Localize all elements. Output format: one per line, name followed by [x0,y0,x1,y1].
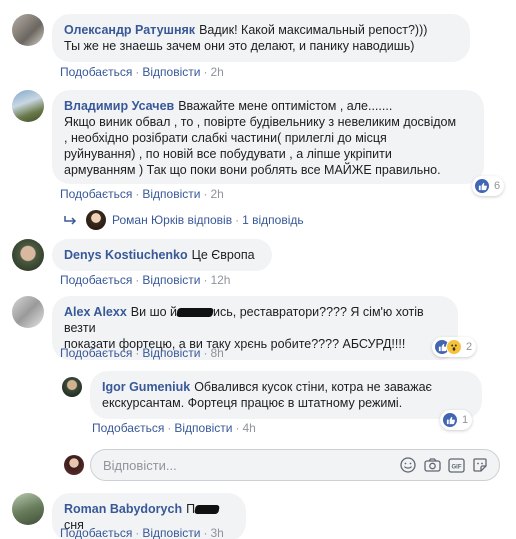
input-icons: GIF [399,456,499,474]
avatar[interactable] [12,493,44,525]
reply-link[interactable]: Відповісти [142,273,200,287]
like-link[interactable]: Подобається [60,526,132,539]
wow-reaction-icon [446,339,462,355]
censor-mark [194,505,220,515]
reaction-badge[interactable]: 2 [432,337,477,357]
like-reaction-icon [474,178,490,194]
censor-mark [176,308,214,318]
replies-count[interactable]: 1 відповідь [242,213,304,227]
reaction-count: 1 [462,414,469,426]
avatar[interactable] [12,296,44,328]
like-link[interactable]: Подобається [60,273,132,287]
gif-icon[interactable]: GIF [447,456,465,474]
comment-author[interactable]: Владимир Усачев [64,99,174,113]
like-reaction-icon [442,412,458,428]
comment-actions: Подобається · Відповісти · 3h [60,526,224,539]
timestamp[interactable]: 2h [210,65,223,79]
timestamp[interactable]: 2h [210,187,223,201]
comment-actions: Подобається · Відповісти · 2h [60,187,224,201]
comment-actions: Подобається · Відповісти · 8h [60,346,224,360]
svg-text:GIF: GIF [451,464,461,470]
comment-author[interactable]: Igor Gumeniuk [102,380,190,394]
avatar[interactable] [62,377,82,397]
comment-author[interactable]: Roman Babydorych [64,502,182,516]
timestamp[interactable]: 12h [210,273,230,287]
comment-bubble: Denys Kostiuchenko Це Європа [52,239,272,271]
replies-author[interactable]: Роман Юрків відповів [112,213,232,227]
comment-bubble: Igor Gumeniuk Обвалився кусок стіни, котр… [90,371,482,419]
reply-link[interactable]: Відповісти [142,526,200,539]
reply-link[interactable]: Відповісти [174,421,232,435]
comment: Олександр Ратушняк Вадик! Какой максималь… [12,14,470,62]
avatar[interactable] [12,14,44,46]
timestamp[interactable]: 4h [242,421,255,435]
sticker-icon[interactable] [471,456,489,474]
timestamp[interactable]: 3h [210,526,223,539]
avatar[interactable] [12,90,44,122]
reply-link[interactable]: Відповісти [142,65,200,79]
avatar[interactable] [12,239,44,271]
reply-link[interactable]: Відповісти [142,187,200,201]
comment-author[interactable]: Alex Alexx [64,305,127,319]
comment-actions: Подобається · Відповісти · 2h [60,65,224,79]
comment-text: Це Європа [191,248,255,262]
reply-comment: Igor Gumeniuk Обвалився кусок стіни, котр… [62,371,482,419]
reply-arrow-icon [64,215,78,225]
comment: Владимир Усачев Вважайте мене оптимістом … [12,90,484,184]
reply-input-placeholder: Відповісти... [103,457,177,473]
comment-author[interactable]: Олександр Ратушняк [64,23,195,37]
timestamp[interactable]: 8h [210,346,223,360]
reaction-count: 2 [466,341,473,353]
like-link[interactable]: Подобається [60,65,132,79]
comment-author[interactable]: Denys Kostiuchenko [64,248,188,262]
comment-bubble: Владимир Усачев Вважайте мене оптимістом … [52,90,484,184]
emoji-icon[interactable] [399,456,417,474]
like-link[interactable]: Подобається [92,421,164,435]
comment-actions: Подобається · Відповісти · 4h [92,421,256,435]
reply-link[interactable]: Відповісти [142,346,200,360]
reaction-badge[interactable]: 1 [440,410,473,430]
reply-input[interactable]: Відповісти... GIF [90,449,500,481]
like-link[interactable]: Подобається [60,346,132,360]
reaction-count: 6 [494,180,501,192]
like-link[interactable]: Подобається [60,187,132,201]
comment: Denys Kostiuchenko Це Європа [12,239,272,271]
replies-summary[interactable]: Роман Юрків відповів · 1 відповідь [64,210,304,230]
comment-actions: Подобається · Відповісти · 12h [60,273,231,287]
current-user-avatar [64,455,84,475]
reaction-badge[interactable]: 6 [472,176,505,196]
camera-icon[interactable] [423,456,441,474]
avatar [86,210,106,230]
comment-bubble: Олександр Ратушняк Вадик! Какой максималь… [52,14,470,62]
